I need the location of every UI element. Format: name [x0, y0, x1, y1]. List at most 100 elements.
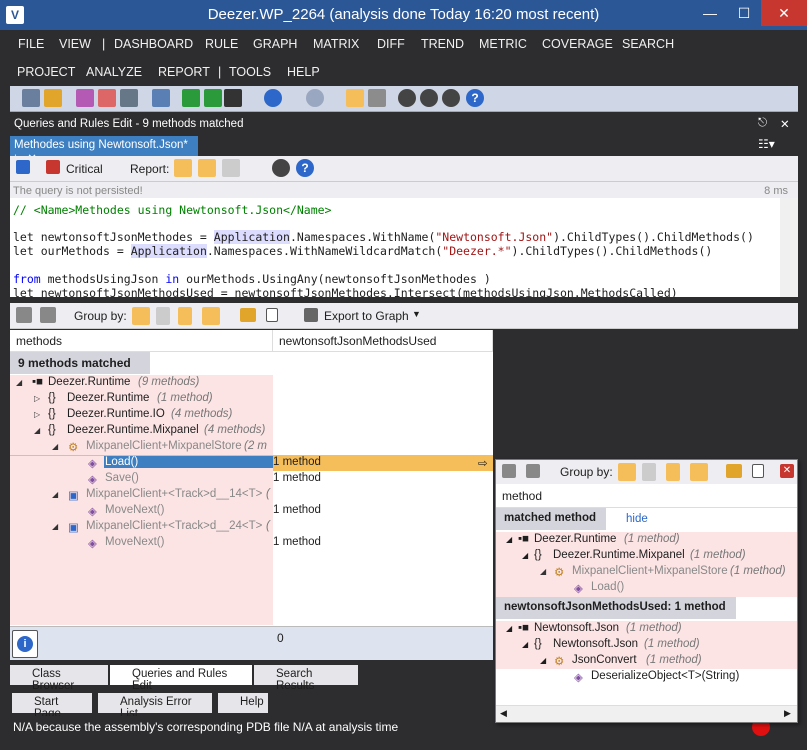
- collapse-arrow-icon[interactable]: ◢: [522, 640, 528, 649]
- menu-graph[interactable]: GRAPH: [253, 37, 297, 51]
- tab-help[interactable]: Help: [218, 693, 268, 713]
- document-icon[interactable]: [752, 464, 764, 478]
- compare-icon[interactable]: [98, 89, 116, 107]
- tab-queries-rules-edit[interactable]: Queries and Rules Edit: [110, 665, 252, 692]
- pin-icon[interactable]: ⎋: [758, 117, 767, 130]
- menu-diff[interactable]: DIFF: [377, 37, 405, 51]
- close-button[interactable]: ✕: [761, 0, 807, 26]
- menu-coverage[interactable]: COVERAGE: [542, 37, 613, 51]
- list-item[interactable]: ◢ {} Newtonsoft.Json (1 method): [496, 637, 797, 653]
- table-row[interactable]: ◈ Save() 1 method: [10, 471, 493, 487]
- collapse-all-icon[interactable]: [526, 464, 540, 478]
- editor-scrollbar[interactable]: [780, 198, 798, 297]
- export-graph-icon[interactable]: [304, 308, 318, 322]
- collapse-arrow-icon[interactable]: ◢: [34, 426, 40, 435]
- menu-report[interactable]: REPORT: [158, 65, 210, 79]
- list-item[interactable]: ◈ DeserializeObject<T>(String): [496, 669, 797, 685]
- list-item[interactable]: ◢ ▪■ Deezer.Runtime (1 method): [496, 532, 797, 548]
- report-grid-icon[interactable]: [222, 159, 240, 177]
- collapse-all-icon[interactable]: [40, 307, 56, 323]
- refresh-icon[interactable]: [420, 89, 438, 107]
- report-doc-icon[interactable]: [198, 159, 216, 177]
- open-project-icon[interactable]: [44, 89, 62, 107]
- dropdown-icon[interactable]: [224, 89, 242, 107]
- column-header-newtonsoft[interactable]: newtonsoftJsonMethodsUsed: [273, 330, 493, 352]
- new-project-icon[interactable]: [22, 89, 40, 107]
- popup-column-header[interactable]: method: [496, 484, 797, 508]
- minimize-button[interactable]: —: [693, 0, 727, 26]
- collapse-arrow-icon[interactable]: ◢: [506, 624, 512, 633]
- save-icon[interactable]: [16, 160, 30, 174]
- menu-dashboard[interactable]: DASHBOARD: [114, 37, 193, 51]
- group-namespace-icon[interactable]: [156, 307, 170, 325]
- list-item[interactable]: ◢ ▪■ Newtonsoft.Json (1 method): [496, 621, 797, 637]
- export-dropdown-icon[interactable]: ▼: [412, 309, 421, 319]
- menu-matrix[interactable]: MATRIX: [313, 37, 359, 51]
- query-editor[interactable]: The query is not persisted! 8 ms // <Nam…: [10, 182, 798, 297]
- menu-help[interactable]: HELP: [287, 65, 320, 79]
- gear-icon[interactable]: [442, 89, 460, 107]
- table-row[interactable]: ◢ ▣ MixpanelClient+<Track>d__14<T> (: [10, 487, 493, 503]
- list-item[interactable]: ◢ ⚙ JsonConvert (1 method): [496, 653, 797, 669]
- collapse-arrow-icon[interactable]: ◢: [16, 378, 22, 387]
- list-item[interactable]: ◢ {} Deezer.Runtime.Mixpanel (1 method): [496, 548, 797, 564]
- tab-start-page[interactable]: Start Page: [12, 693, 92, 720]
- list-item[interactable]: ◈ Load(): [496, 580, 797, 596]
- scroll-left-icon[interactable]: ◀: [500, 708, 507, 719]
- group-method-icon[interactable]: [690, 463, 708, 481]
- collapse-arrow-icon[interactable]: ◢: [52, 490, 58, 499]
- menu-tools[interactable]: TOOLS: [229, 65, 271, 79]
- search-code-icon[interactable]: [152, 89, 170, 107]
- group-assembly-icon[interactable]: [132, 307, 150, 325]
- list-view-icon[interactable]: [368, 89, 386, 107]
- show-details-arrow-icon[interactable]: ⇨: [478, 456, 488, 470]
- menu-trend[interactable]: TREND: [421, 37, 464, 51]
- menu-project[interactable]: PROJECT: [17, 65, 75, 79]
- menu-rule[interactable]: RULE: [205, 37, 238, 51]
- table-row[interactable]: ▷ {} Deezer.Runtime.IO (4 methods): [10, 407, 493, 423]
- expand-all-icon[interactable]: [16, 307, 32, 323]
- table-row[interactable]: ◢ ▪■ Deezer.Runtime (9 methods): [10, 375, 493, 391]
- expand-arrow-icon[interactable]: ▷: [34, 394, 40, 403]
- collapse-arrow-icon[interactable]: ◢: [540, 656, 546, 665]
- info-button[interactable]: i: [12, 630, 38, 658]
- table-row[interactable]: ▷ {} Deezer.Runtime (1 method): [10, 391, 493, 407]
- table-row[interactable]: ◈ MoveNext() 1 method: [10, 535, 493, 551]
- report-bar-icon[interactable]: [174, 159, 192, 177]
- expand-arrow-icon[interactable]: ▷: [34, 410, 40, 419]
- hide-link[interactable]: hide: [626, 513, 648, 525]
- folder-icon[interactable]: [240, 308, 256, 322]
- run-icon[interactable]: [182, 89, 200, 107]
- export-to-graph-button[interactable]: Export to Graph: [324, 309, 409, 323]
- table-row[interactable]: ◢ {} Deezer.Runtime.Mixpanel (4 methods): [10, 423, 493, 439]
- table-row[interactable]: ◢ ⚙ MixpanelClient+MixpanelStore (2 m: [10, 439, 493, 455]
- menu-view[interactable]: VIEW: [59, 37, 91, 51]
- table-row[interactable]: ◈ Load() 1 method ⇨: [10, 455, 493, 472]
- group-namespace-icon[interactable]: [642, 463, 656, 481]
- popup-horizontal-scrollbar[interactable]: ◀ ▶: [496, 705, 797, 722]
- close-popup-icon[interactable]: ✕: [780, 464, 794, 478]
- menu-file[interactable]: FILE: [18, 37, 44, 51]
- list-item[interactable]: ◢ ⚙ MixpanelClient+MixpanelStore (1 meth…: [496, 564, 797, 580]
- collapse-arrow-icon[interactable]: ◢: [540, 567, 546, 576]
- query-help-icon[interactable]: ?: [296, 159, 314, 177]
- back-icon[interactable]: [264, 89, 282, 107]
- group-type-icon[interactable]: [666, 463, 680, 481]
- scroll-right-icon[interactable]: ▶: [784, 708, 791, 719]
- menu-metric[interactable]: METRIC: [479, 37, 527, 51]
- group-type-icon[interactable]: [178, 307, 192, 325]
- run-debug-icon[interactable]: [204, 89, 222, 107]
- tab-search-results[interactable]: Search Results: [254, 665, 358, 692]
- tab-query[interactable]: Methodes using Newtonsoft.Json* ⊢ ✕: [10, 136, 198, 165]
- critical-label[interactable]: Critical: [66, 162, 103, 176]
- menu-analyze[interactable]: ANALYZE: [86, 65, 142, 79]
- close-panel-icon[interactable]: ✕: [780, 117, 790, 131]
- tab-class-browser[interactable]: Class Browser: [10, 665, 108, 692]
- group-method-icon[interactable]: [202, 307, 220, 325]
- tree-view-icon[interactable]: [346, 89, 364, 107]
- collapse-arrow-icon[interactable]: ◢: [506, 535, 512, 544]
- document-icon[interactable]: [266, 308, 278, 322]
- dependency-icon[interactable]: [120, 89, 138, 107]
- table-row[interactable]: ◢ ▣ MixpanelClient+<Track>d__24<T> (: [10, 519, 493, 535]
- settings-gear-icon[interactable]: [272, 159, 290, 177]
